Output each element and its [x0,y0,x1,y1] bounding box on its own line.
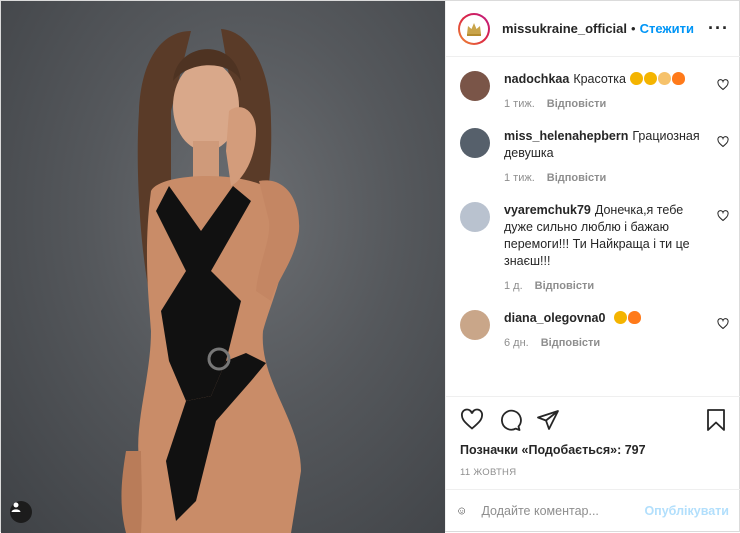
header-separator: • [631,21,636,36]
comment-username[interactable]: nadochkaa [504,72,569,86]
comment-item: nadochkaa Красотка 1 тиж. Відповісти [460,71,729,110]
like-comment-icon[interactable] [717,79,729,91]
comment-time[interactable]: 6 дн. [504,337,529,349]
comment-time[interactable]: 1 тиж. [504,98,535,110]
crown-icon [467,22,481,36]
comment-username[interactable]: miss_helenahepbern [504,129,628,143]
comment-item: diana_olegovna0 6 дн. Відповісти [460,310,729,349]
heart-icon[interactable] [460,408,484,432]
share-icon[interactable] [536,408,560,432]
like-comment-icon[interactable] [717,210,729,222]
likes-count[interactable]: Позначки «Подобається»: 797 [460,443,727,457]
more-options-button[interactable]: ··· [708,18,729,39]
emoji-picker-icon[interactable] [458,499,466,523]
add-comment-bar: Опублікувати [446,489,740,531]
heart-eyes-emoji [613,311,627,324]
like-comment-icon[interactable] [717,136,729,148]
author-username[interactable]: missukraine_official [502,21,627,36]
comment-item: miss_helenahepbern Грациозная девушка 1 т… [460,128,729,184]
commenter-avatar[interactable] [460,71,490,101]
author-avatar[interactable] [458,12,490,45]
comments-list: nadochkaa Красотка 1 тиж. Відповісти miss_… [446,57,740,387]
comment-icon[interactable] [498,408,522,432]
fire-emoji [627,311,641,324]
post-sidebar: missukraine_official • Стежити ··· nadoc… [445,1,740,531]
heart-eyes-emoji [644,72,658,85]
comment-item: vyaremchuk79 Донечка,я тебе дуже сильно л… [460,202,729,292]
comment-input[interactable] [479,502,645,519]
heart-eyes-emoji [630,72,644,85]
follow-button[interactable]: Стежити [640,21,694,36]
fire-emoji [672,72,686,85]
commenter-avatar[interactable] [460,128,490,158]
tagged-users-icon[interactable] [10,501,32,523]
post-date[interactable]: 11 жовтня [460,467,727,478]
reply-button[interactable]: Відповісти [547,172,606,184]
comment-time[interactable]: 1 тиж. [504,172,535,184]
post-viewer: missukraine_official • Стежити ··· nadoc… [0,0,740,533]
model-figure [121,29,301,533]
comment-username[interactable]: vyaremchuk79 [504,203,591,217]
reply-button[interactable]: Відповісти [547,98,606,110]
clap-emoji [658,72,672,85]
post-actions: Позначки «Подобається»: 797 11 жовтня [446,396,740,478]
like-comment-icon[interactable] [717,318,729,330]
post-photo[interactable] [1,1,445,533]
comment-time[interactable]: 1 д. [504,280,523,292]
commenter-avatar[interactable] [460,310,490,340]
publish-button[interactable]: Опублікувати [644,504,729,518]
commenter-avatar[interactable] [460,202,490,232]
bookmark-icon[interactable] [705,408,727,432]
comment-username[interactable]: diana_olegovna0 [504,311,605,325]
post-header: missukraine_official • Стежити ··· [446,1,740,57]
reply-button[interactable]: Відповісти [535,280,594,292]
comment-text: Красотка [573,72,626,86]
reply-button[interactable]: Відповісти [541,337,600,349]
